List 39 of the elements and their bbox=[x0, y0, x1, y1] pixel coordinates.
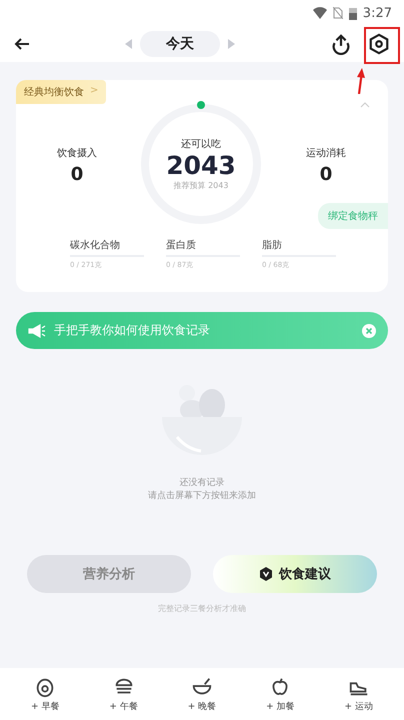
settings-icon[interactable] bbox=[368, 33, 390, 55]
macro-name: 碳水化合物 bbox=[70, 238, 121, 252]
macro-name: 蛋白质 bbox=[166, 238, 197, 252]
share-icon[interactable] bbox=[330, 33, 352, 55]
add-meal-tab[interactable]: + 运动 bbox=[328, 676, 389, 712]
bowl-icon bbox=[190, 676, 213, 698]
add-meal-tab[interactable]: + 晚餐 bbox=[172, 676, 232, 712]
empty-title: 还没有记录 bbox=[180, 477, 224, 490]
banner-text: 手把手教你如何使用饮食记录 bbox=[54, 322, 211, 339]
intake-value: 0 bbox=[70, 164, 84, 185]
diet-advice-button[interactable]: 饮食建议 bbox=[213, 555, 377, 593]
macro-name: 脂肪 bbox=[262, 238, 283, 252]
collapse-icon[interactable] bbox=[360, 102, 370, 108]
progress-dot bbox=[197, 101, 205, 109]
battery-icon bbox=[348, 6, 357, 20]
no-sim-icon bbox=[332, 7, 343, 19]
close-icon[interactable] bbox=[362, 324, 376, 338]
remaining-calories: 2043 bbox=[166, 151, 236, 180]
add-meal-tab[interactable]: + 午餐 bbox=[94, 676, 154, 712]
exercise-label: 运动消耗 bbox=[306, 146, 346, 160]
previous-day-icon[interactable] bbox=[125, 39, 132, 49]
back-arrow-icon[interactable] bbox=[14, 36, 30, 52]
annotation-arrow bbox=[357, 68, 365, 94]
intake-label: 饮食摄入 bbox=[57, 146, 97, 160]
megaphone-icon bbox=[28, 324, 46, 338]
wifi-icon bbox=[312, 7, 327, 19]
next-day-icon[interactable] bbox=[228, 39, 235, 49]
budget-text: 推荐预算 2043 bbox=[174, 180, 228, 191]
exercise-value: 0 bbox=[320, 164, 332, 185]
empty-instruction: 请点击屏幕下方按钮来添加 bbox=[148, 490, 256, 503]
hint-text: 完整记录三餐分析才准确 bbox=[157, 603, 247, 614]
add-meal-tab[interactable]: + 早餐 bbox=[15, 676, 76, 712]
v-badge-icon bbox=[259, 567, 273, 581]
add-meal-tab[interactable]: + 加餐 bbox=[250, 676, 310, 712]
diet-plan-tag[interactable]: 经典均衡饮食 > bbox=[16, 80, 106, 104]
remaining-label: 还可以吃 bbox=[181, 138, 221, 151]
highlight-box bbox=[364, 27, 400, 64]
date-selector[interactable]: 今天 bbox=[140, 31, 220, 57]
clock-time: 3:27 bbox=[362, 6, 392, 20]
